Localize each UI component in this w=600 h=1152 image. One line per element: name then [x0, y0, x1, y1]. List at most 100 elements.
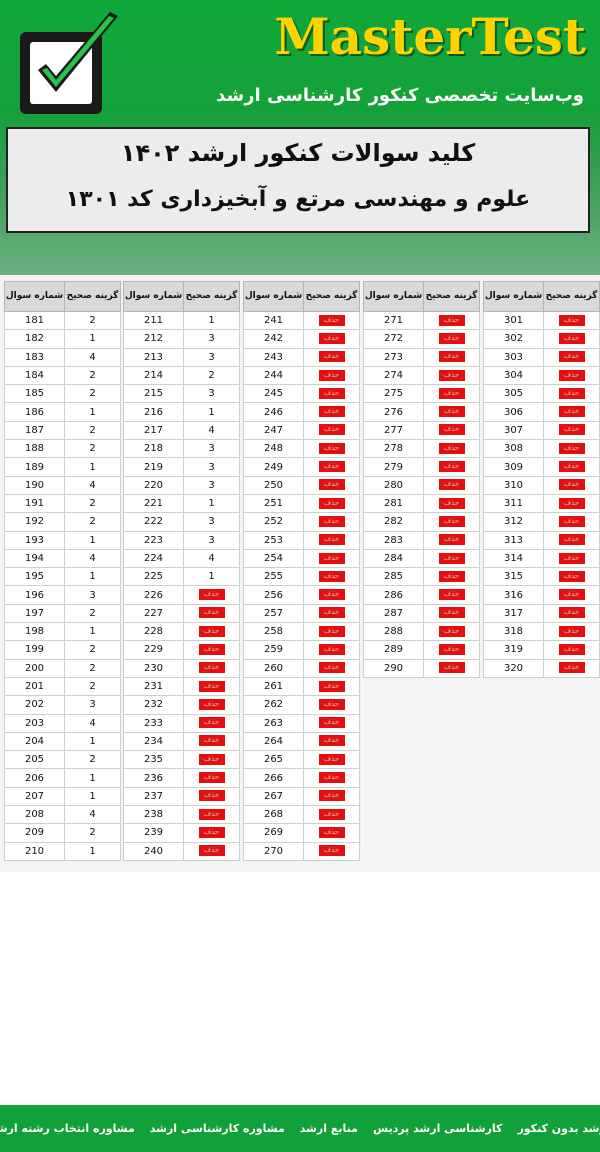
answer-cell: 2 — [183, 365, 240, 386]
table-row: 235 حذف — [123, 750, 240, 770]
table-row: 210 1 — [4, 841, 121, 861]
question-header: شماره سوال — [363, 281, 424, 312]
question-number: 246 — [243, 402, 304, 422]
question-number: 192 — [4, 512, 65, 532]
footer-link-no-exam[interactable]: ارشد بدون کنکور — [517, 1122, 600, 1135]
question-number: 264 — [243, 731, 304, 752]
question-number: 229 — [123, 640, 184, 660]
table-row: 223 3 — [123, 530, 240, 550]
answer-cell: 4 — [64, 713, 121, 733]
question-number: 187 — [4, 420, 65, 441]
question-header: شماره سوال — [483, 281, 544, 312]
question-number: 317 — [483, 603, 544, 624]
cancelled-badge: حذف — [318, 424, 345, 436]
question-number: 219 — [123, 457, 184, 477]
cancelled-badge: حذف — [438, 406, 465, 418]
cancelled-badge: حذف — [318, 497, 345, 509]
table-row: 201 2 — [4, 676, 121, 697]
answer-cell — [423, 833, 480, 851]
cancelled-badge: حذف — [558, 570, 585, 582]
cancelled-badge: حذف — [318, 607, 345, 619]
question-number: 285 — [363, 567, 424, 587]
footer-link-field-selection[interactable]: مشاوره انتخاب رشته ارشد — [0, 1122, 135, 1135]
table-row: 215 3 — [123, 384, 240, 404]
answer-cell: حذف — [543, 329, 600, 349]
brand-title[interactable]: MasterTest — [274, 6, 586, 68]
table-row — [363, 747, 480, 765]
question-header: شماره سوال — [123, 281, 184, 312]
cancelled-badge: حذف — [318, 589, 345, 601]
question-header: شماره سوال — [4, 281, 65, 312]
table-row: 259 حذف — [243, 640, 360, 660]
table-row: 230 حذف — [123, 658, 240, 678]
answer-cell: حذف — [303, 347, 360, 367]
answer-cell: حذف — [423, 365, 480, 386]
table-row: 283 حذف — [363, 530, 480, 550]
table-row: 318 حذف — [483, 622, 600, 642]
answer-cell: حذف — [303, 622, 360, 642]
site-header: MasterTest وب‌سایت تخصصی کنکور کارشناسی … — [0, 0, 600, 275]
question-number: 189 — [4, 457, 65, 477]
cancelled-badge: حذف — [438, 534, 465, 546]
answer-cell: 1 — [64, 768, 121, 788]
cancelled-badge: حذف — [318, 826, 345, 838]
footer-link-resources[interactable]: منابع ارشد — [300, 1122, 358, 1135]
footer-link-counseling[interactable]: مشاوره کارشناسی ارشد — [150, 1122, 285, 1135]
cancelled-badge: حذف — [198, 662, 225, 674]
answer-cell: حذف — [423, 457, 480, 477]
answer-cell: 2 — [64, 676, 121, 697]
table-row: 216 1 — [123, 402, 240, 422]
cancelled-badge: حذف — [198, 625, 225, 637]
question-number: 185 — [4, 384, 65, 404]
question-number: 214 — [123, 365, 184, 386]
table-row: 237 حذف — [123, 786, 240, 807]
table-row: 211 1 — [123, 310, 240, 331]
cancelled-badge: حذف — [318, 698, 345, 710]
answer-cell: حذف — [303, 768, 360, 788]
table-row: 188 2 — [4, 439, 121, 459]
answer-cell: 2 — [64, 512, 121, 532]
table-row: 305 حذف — [483, 384, 600, 404]
answer-cell — [423, 816, 480, 834]
question-number: 304 — [483, 365, 544, 386]
answer-cell: حذف — [303, 658, 360, 678]
answer-cell: حذف — [423, 475, 480, 495]
answer-cell: حذف — [423, 439, 480, 459]
table-row: 263 حذف — [243, 713, 360, 733]
exam-title: کلید سوالات کنکور ارشد ۱۴۰۲ — [120, 139, 476, 167]
cancelled-badge: حذف — [318, 643, 345, 655]
answer-cell: 2 — [64, 658, 121, 678]
answer-cell: حذف — [183, 622, 240, 642]
question-number: 240 — [123, 841, 184, 861]
question-header: شماره سوال — [243, 281, 304, 312]
table-row: 231 حذف — [123, 676, 240, 697]
cancelled-badge: حذف — [198, 772, 225, 784]
answer-cell: 2 — [64, 384, 121, 404]
cancelled-badge: حذف — [558, 662, 585, 674]
answer-header: گزینه صحیح — [64, 281, 121, 312]
question-number: 245 — [243, 384, 304, 404]
cancelled-badge: حذف — [438, 497, 465, 509]
question-number: 226 — [123, 585, 184, 605]
answer-cell: 3 — [183, 347, 240, 367]
question-number — [363, 729, 424, 748]
table-row: 279 حذف — [363, 457, 480, 477]
question-number: 276 — [363, 402, 424, 422]
answer-cell: 2 — [64, 420, 121, 441]
answer-cell: حذف — [303, 695, 360, 715]
question-number: 244 — [243, 365, 304, 386]
question-number: 225 — [123, 567, 184, 587]
question-number: 242 — [243, 329, 304, 349]
question-number: 252 — [243, 512, 304, 532]
table-row: 191 2 — [4, 493, 121, 514]
cancelled-badge: حذف — [438, 314, 465, 326]
table-row: 204 1 — [4, 731, 121, 752]
answer-cell: حذف — [423, 329, 480, 349]
cancelled-badge: حذف — [558, 461, 585, 473]
table-row: 249 حذف — [243, 457, 360, 477]
table-row: 190 4 — [4, 475, 121, 495]
footer-link-pardis[interactable]: کارشناسی ارشد پردیس — [373, 1122, 502, 1135]
cancelled-badge: حذف — [558, 406, 585, 418]
table-row: 286 حذف — [363, 585, 480, 605]
cancelled-badge: حذف — [438, 625, 465, 637]
